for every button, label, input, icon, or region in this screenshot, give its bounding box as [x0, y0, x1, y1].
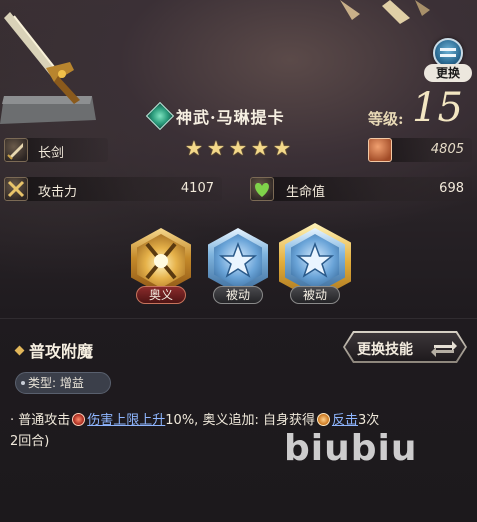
desc-line2: 2回合): [10, 434, 50, 449]
skill-hex-frame: [131, 228, 191, 294]
heart-icon: [250, 177, 274, 201]
skill-tag: 被动: [290, 286, 340, 304]
skill-type-value: 增益: [59, 376, 84, 390]
star-rating: ★ ★ ★ ★ ★: [184, 138, 292, 158]
weapon-type: 长剑: [38, 146, 65, 161]
change-skill-button-face: 更换技能: [345, 333, 465, 361]
swap-character-button[interactable]: 更换: [424, 38, 474, 86]
star-icon: ★: [251, 136, 269, 160]
skill-slots: 奥义 被动 被动: [128, 223, 358, 310]
skill-tag: 奥义: [136, 286, 186, 304]
skill-type-badge: 类型: 增益: [15, 372, 111, 394]
hp-label: 生命值: [286, 185, 326, 200]
skill-slot-ultimate[interactable]: 奥义: [128, 228, 194, 308]
skill-tag: 被动: [213, 286, 263, 304]
ultimate-skill-icon: [137, 234, 185, 288]
skill-type-label: 类型:: [28, 376, 57, 390]
sword-icon: [4, 138, 28, 162]
skill-title: 普攻附魔: [14, 338, 94, 362]
swap-button-label: 更换: [424, 64, 472, 82]
top-ornament-decoration: [340, 0, 430, 24]
attack-value: 4107: [180, 181, 214, 196]
skill-title-text: 普攻附魔: [29, 342, 94, 361]
level-label: 等级:: [368, 110, 404, 128]
counter-icon: [316, 413, 330, 426]
hp-value: 698: [439, 181, 464, 196]
skill-slot-passive-2[interactable]: 被动: [279, 223, 351, 308]
attack-label: 攻击力: [38, 185, 78, 200]
watermark: biubiu: [284, 428, 418, 469]
character-name: 神武·马琳提卡: [176, 108, 285, 127]
power-value: 4805: [430, 142, 464, 157]
star-skill-icon: [214, 234, 262, 288]
character-name-row: 神武·马琳提卡: [145, 101, 285, 131]
change-skill-label: 更换技能: [357, 342, 413, 358]
skill-slot-passive-1[interactable]: 被动: [205, 228, 271, 308]
star-icon: ★: [229, 136, 247, 160]
diamond-bullet-icon: [14, 345, 25, 355]
star-icon: ★: [273, 136, 291, 160]
keyword-damage-cap[interactable]: 伤害上限上升: [87, 413, 165, 428]
desc-middle: 10%, 奥义追加: 自身获得: [165, 413, 315, 428]
skill-hex-frame: [208, 228, 268, 294]
keyword-counter[interactable]: 反击: [332, 413, 358, 428]
desc-prefix: · 普通攻击: [10, 413, 71, 428]
star-skill-icon: [291, 234, 339, 288]
section-divider: [0, 318, 477, 319]
weapon-icon: [0, 12, 96, 124]
desc-suffix: 3次: [357, 413, 380, 428]
bullet-icon: [21, 381, 25, 385]
star-icon: ★: [207, 136, 225, 160]
change-skill-button[interactable]: 更换技能: [343, 331, 467, 363]
star-icon: ★: [185, 136, 203, 160]
crossed-swords-icon: [4, 177, 28, 201]
level-value: 15: [412, 85, 463, 131]
element-gem-icon: [145, 101, 175, 131]
character-skill-panel: 更换 神武·马琳提卡 ★ ★ ★ ★ ★ 等级: 15 长剑 4805 攻击力 …: [0, 0, 477, 522]
damage-cap-icon: [72, 413, 86, 426]
fist-icon: [368, 138, 392, 162]
swap-arrows-icon: [431, 341, 457, 357]
